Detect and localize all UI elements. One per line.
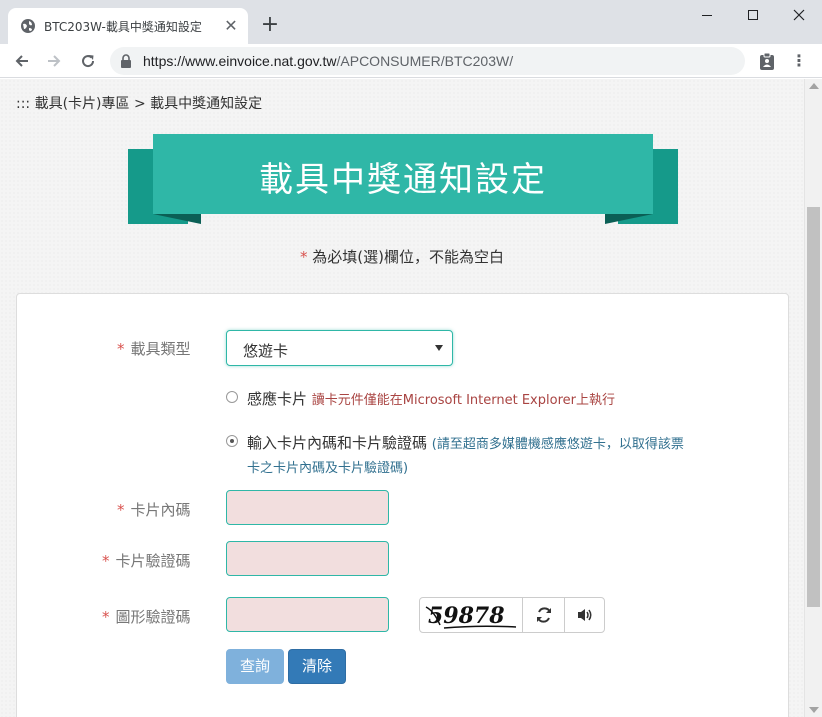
arrow-right-icon (48, 55, 61, 67)
card-code-label: * 卡片內碼 (117, 499, 191, 520)
lock-icon (121, 54, 131, 68)
back-button[interactable] (10, 49, 34, 73)
globe-icon (21, 19, 35, 33)
tab-close-icon[interactable]: ✕ (222, 17, 240, 35)
scroll-down-arrow-icon[interactable] (809, 707, 819, 713)
manual-entry-note-line2: 卡之卡片內碼及卡片驗證碼) (247, 461, 409, 476)
carrier-type-select[interactable]: 悠遊卡 (226, 330, 453, 366)
maximize-icon (748, 10, 758, 20)
required-star: * (300, 248, 308, 266)
required-note: * 為必填(選)欄位，不能為空白 (0, 246, 804, 267)
minimize-button[interactable] (684, 0, 730, 30)
required-note-text: 為必填(選)欄位，不能為空白 (307, 248, 504, 266)
scroll-thumb[interactable] (807, 207, 820, 607)
ie-only-note: 讀卡元件僅能在Microsoft Internet Explorer上執行 (311, 393, 615, 408)
close-icon (793, 9, 805, 21)
page-scrollbar[interactable] (804, 79, 822, 717)
url-host: https://www.einvoice.nat.gov.tw (143, 53, 337, 69)
required-star: * (117, 340, 125, 358)
page-content: ::: 載具(卡片)專區 > 載具中獎通知設定 載具中獎通知設定 * 為必填(選… (0, 79, 804, 717)
required-star: * (102, 608, 110, 626)
scroll-up-arrow-icon[interactable] (809, 83, 819, 89)
minimize-icon (702, 14, 712, 16)
breadcrumb[interactable]: ::: 載具(卡片)專區 > 載具中獎通知設定 (16, 93, 262, 113)
arrow-left-icon (15, 55, 28, 67)
captcha-label: * 圖形驗證碼 (102, 606, 191, 627)
speaker-icon (578, 609, 592, 621)
form-panel: * 載具類型 悠遊卡 感應卡片 讀卡元件僅能在Microsoft Internet… (16, 293, 789, 717)
manual-entry-note-line1: (請至超商多媒體機感應悠遊卡，以取得該票 (431, 437, 684, 452)
card-code-label-text: 卡片內碼 (130, 501, 191, 519)
card-verify-input[interactable] (226, 541, 389, 576)
carrier-type-label-text: 載具類型 (130, 340, 191, 358)
banner-main: 載具中獎通知設定 (153, 134, 653, 214)
page-title-banner: 載具中獎通知設定 (128, 134, 678, 226)
browser-tab-strip: BTC203W-載具中獎通知設定 ✕ + (0, 0, 822, 44)
clear-button[interactable]: 清除 (288, 649, 346, 684)
radio-manual-entry-text: 輸入卡片內碼和卡片驗證碼 (247, 434, 428, 452)
address-bar[interactable]: https://www.einvoice.nat.gov.tw/APCONSUM… (110, 47, 745, 75)
captcha-widget: 59878 (419, 597, 605, 633)
close-window-button[interactable] (776, 0, 822, 30)
page-title: 載具中獎通知設定 (259, 160, 547, 200)
tab-title: BTC203W-載具中獎通知設定 (44, 20, 202, 34)
browser-tab[interactable]: BTC203W-載具中獎通知設定 ✕ (8, 8, 248, 44)
captcha-audio-button[interactable] (564, 598, 604, 632)
radio-contact-card-label[interactable]: 感應卡片 讀卡元件僅能在Microsoft Internet Explorer上… (247, 388, 615, 409)
captcha-image: 59878 (425, 603, 517, 629)
new-tab-button[interactable]: + (258, 14, 282, 38)
radio-manual-entry-label[interactable]: 輸入卡片內碼和卡片驗證碼 (請至超商多媒體機感應悠遊卡，以取得該票 (247, 432, 684, 453)
radio-contact-card[interactable] (226, 391, 238, 403)
dropdown-arrow-icon (435, 345, 443, 351)
radio-contact-card-text: 感應卡片 (247, 390, 308, 408)
carrier-type-label: * 載具類型 (117, 338, 191, 359)
url-path: /APCONSUMER/BTC203W/ (336, 53, 514, 69)
captcha-input[interactable] (226, 597, 389, 632)
reload-button[interactable] (76, 49, 100, 73)
card-code-input[interactable] (226, 490, 389, 525)
maximize-button[interactable] (730, 0, 776, 30)
url-text: https://www.einvoice.nat.gov.tw/APCONSUM… (143, 53, 513, 69)
browser-menu-icon[interactable]: ⋮ (790, 52, 808, 70)
captcha-refresh-button[interactable] (522, 598, 564, 632)
browser-toolbar: https://www.einvoice.nat.gov.tw/APCONSUM… (0, 44, 822, 78)
reload-icon (82, 55, 95, 68)
forward-button[interactable] (42, 49, 66, 73)
card-verify-label-text: 卡片驗證碼 (115, 552, 191, 570)
required-star: * (117, 501, 125, 519)
card-verify-label: * 卡片驗證碼 (102, 550, 191, 571)
refresh-icon (537, 607, 551, 623)
clipboard-extension-icon[interactable] (758, 52, 776, 70)
query-button[interactable]: 查詢 (226, 649, 284, 684)
captcha-label-text: 圖形驗證碼 (115, 608, 191, 626)
banner-fold-left (153, 214, 201, 224)
radio-manual-entry[interactable] (226, 435, 238, 447)
banner-fold-right (605, 214, 653, 224)
required-star: * (102, 552, 110, 570)
carrier-type-value: 悠遊卡 (243, 342, 289, 360)
